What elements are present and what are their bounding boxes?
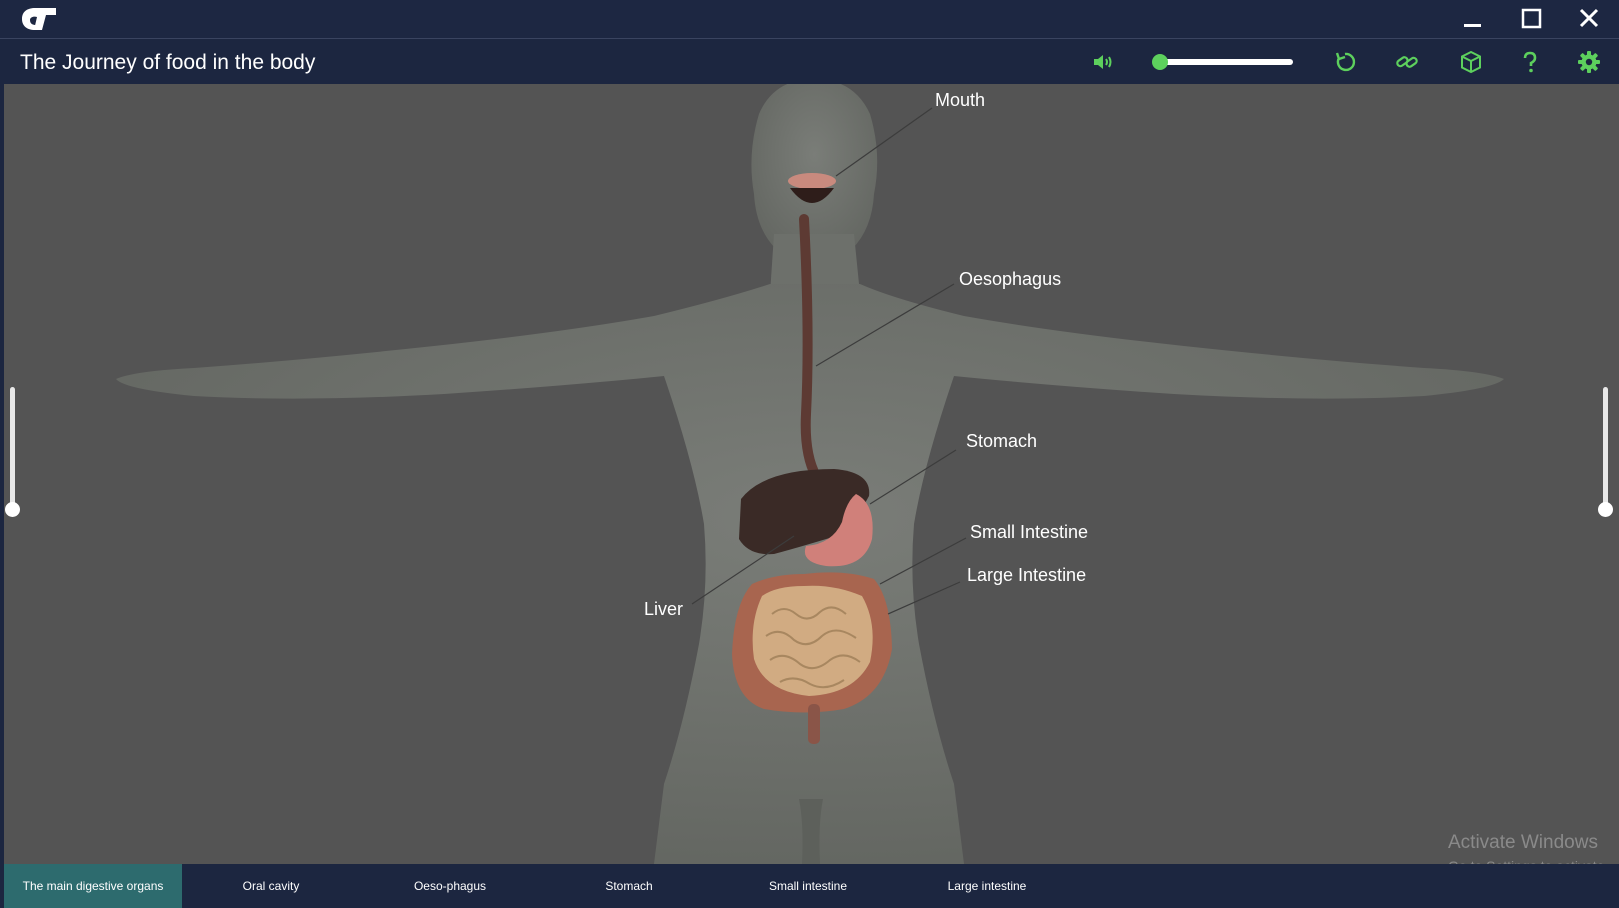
left-vertical-slider[interactable] xyxy=(5,387,20,517)
tab-large-intestine[interactable]: Large intestine xyxy=(898,864,1076,908)
gear-icon[interactable] xyxy=(1577,50,1601,74)
label-mouth: Mouth xyxy=(935,90,986,110)
link-icon[interactable] xyxy=(1395,50,1419,74)
app-header: The Journey of food in the body xyxy=(0,39,1619,84)
label-oesophagus: Oesophagus xyxy=(959,269,1062,289)
tab-oral-cavity[interactable]: Oral cavity xyxy=(182,864,360,908)
page-title: The Journey of food in the body xyxy=(20,51,316,74)
minimize-icon[interactable] xyxy=(1457,4,1487,34)
label-liver: Liver xyxy=(644,599,684,619)
app-logo-icon xyxy=(22,8,56,30)
close-icon[interactable] xyxy=(1574,4,1604,34)
volume-slider[interactable] xyxy=(1152,54,1293,70)
maximize-icon[interactable] xyxy=(1516,4,1546,34)
left-vertical-slider-knob[interactable] xyxy=(5,502,20,517)
organ-small-intestine xyxy=(752,585,873,696)
organ-lips xyxy=(788,173,836,189)
tab-oesophagus[interactable]: Oeso-phagus xyxy=(361,864,539,908)
right-vertical-slider-knob[interactable] xyxy=(1598,502,1613,517)
reset-icon[interactable] xyxy=(1333,50,1357,74)
help-icon[interactable] xyxy=(1518,50,1542,74)
tab-small-intestine[interactable]: Small intestine xyxy=(719,864,897,908)
organ-rectum xyxy=(808,704,820,744)
volume-slider-knob[interactable] xyxy=(1152,54,1168,70)
label-small-intestine: Small Intestine xyxy=(970,522,1089,542)
speaker-icon[interactable] xyxy=(1091,50,1115,74)
tab-main-digestive-organs[interactable]: The main digestive organs xyxy=(4,864,182,908)
activation-watermark-title: Activate Windows xyxy=(1448,832,1598,853)
bottom-tab-bar: The main digestive organs Oral cavity Oe… xyxy=(4,864,1619,908)
body-model xyxy=(116,84,1504,864)
body-leg-gap xyxy=(799,799,823,864)
label-large-intestine: Large Intestine xyxy=(967,565,1087,585)
right-vertical-slider[interactable] xyxy=(1598,387,1613,517)
label-stomach: Stomach xyxy=(966,431,1038,451)
tab-stomach[interactable]: Stomach xyxy=(540,864,718,908)
3d-viewport[interactable]: Mouth Oesophagus Stomach Small Intestine… xyxy=(4,84,1619,864)
window-titlebar xyxy=(0,0,1619,39)
3d-cube-icon[interactable] xyxy=(1459,50,1483,74)
